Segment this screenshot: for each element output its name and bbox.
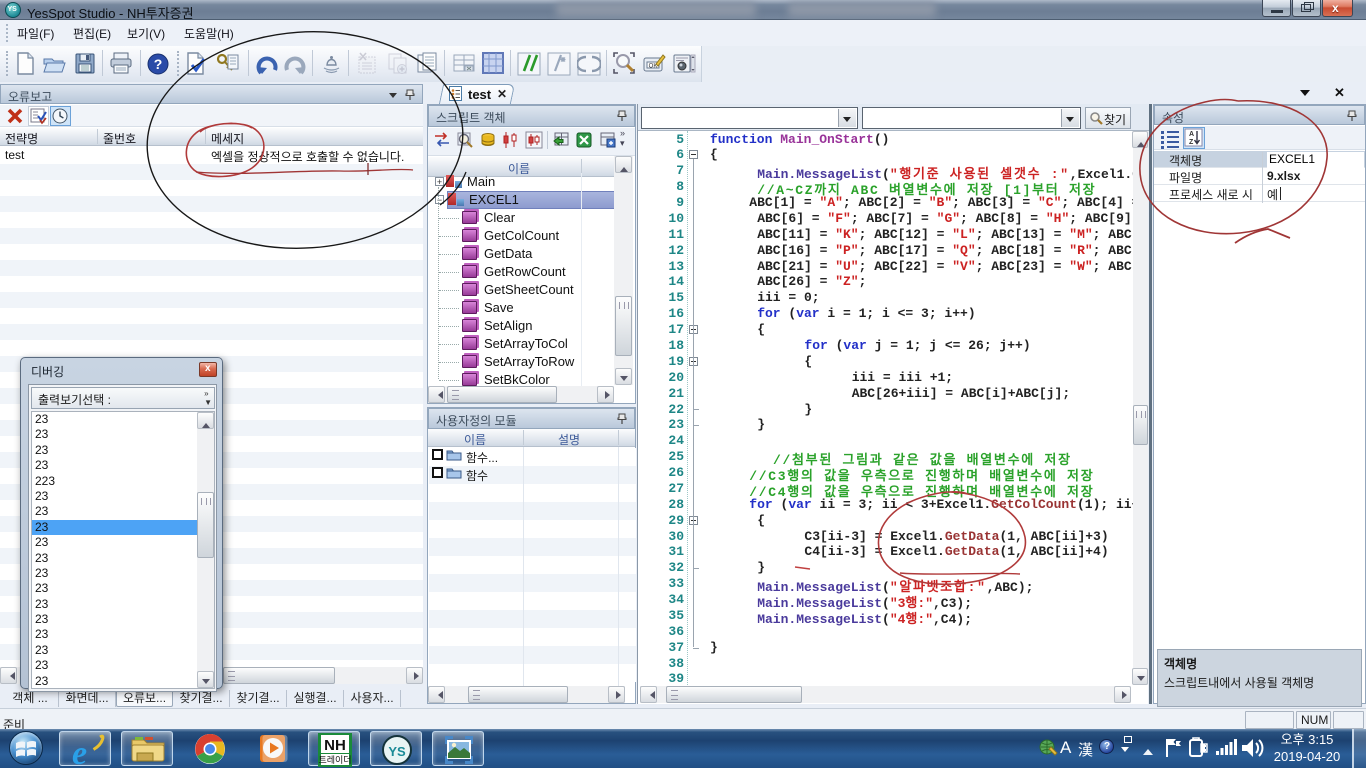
svg-text:e: e [72,735,87,768]
svg-text:Z: Z [1189,139,1194,146]
svg-text:?: ? [154,56,163,72]
svg-text:트레이더: 트레이더 [318,753,351,766]
svg-text:A: A [1189,131,1194,138]
svg-text:YS: YS [388,744,406,759]
svg-text:NH: NH [324,737,346,754]
